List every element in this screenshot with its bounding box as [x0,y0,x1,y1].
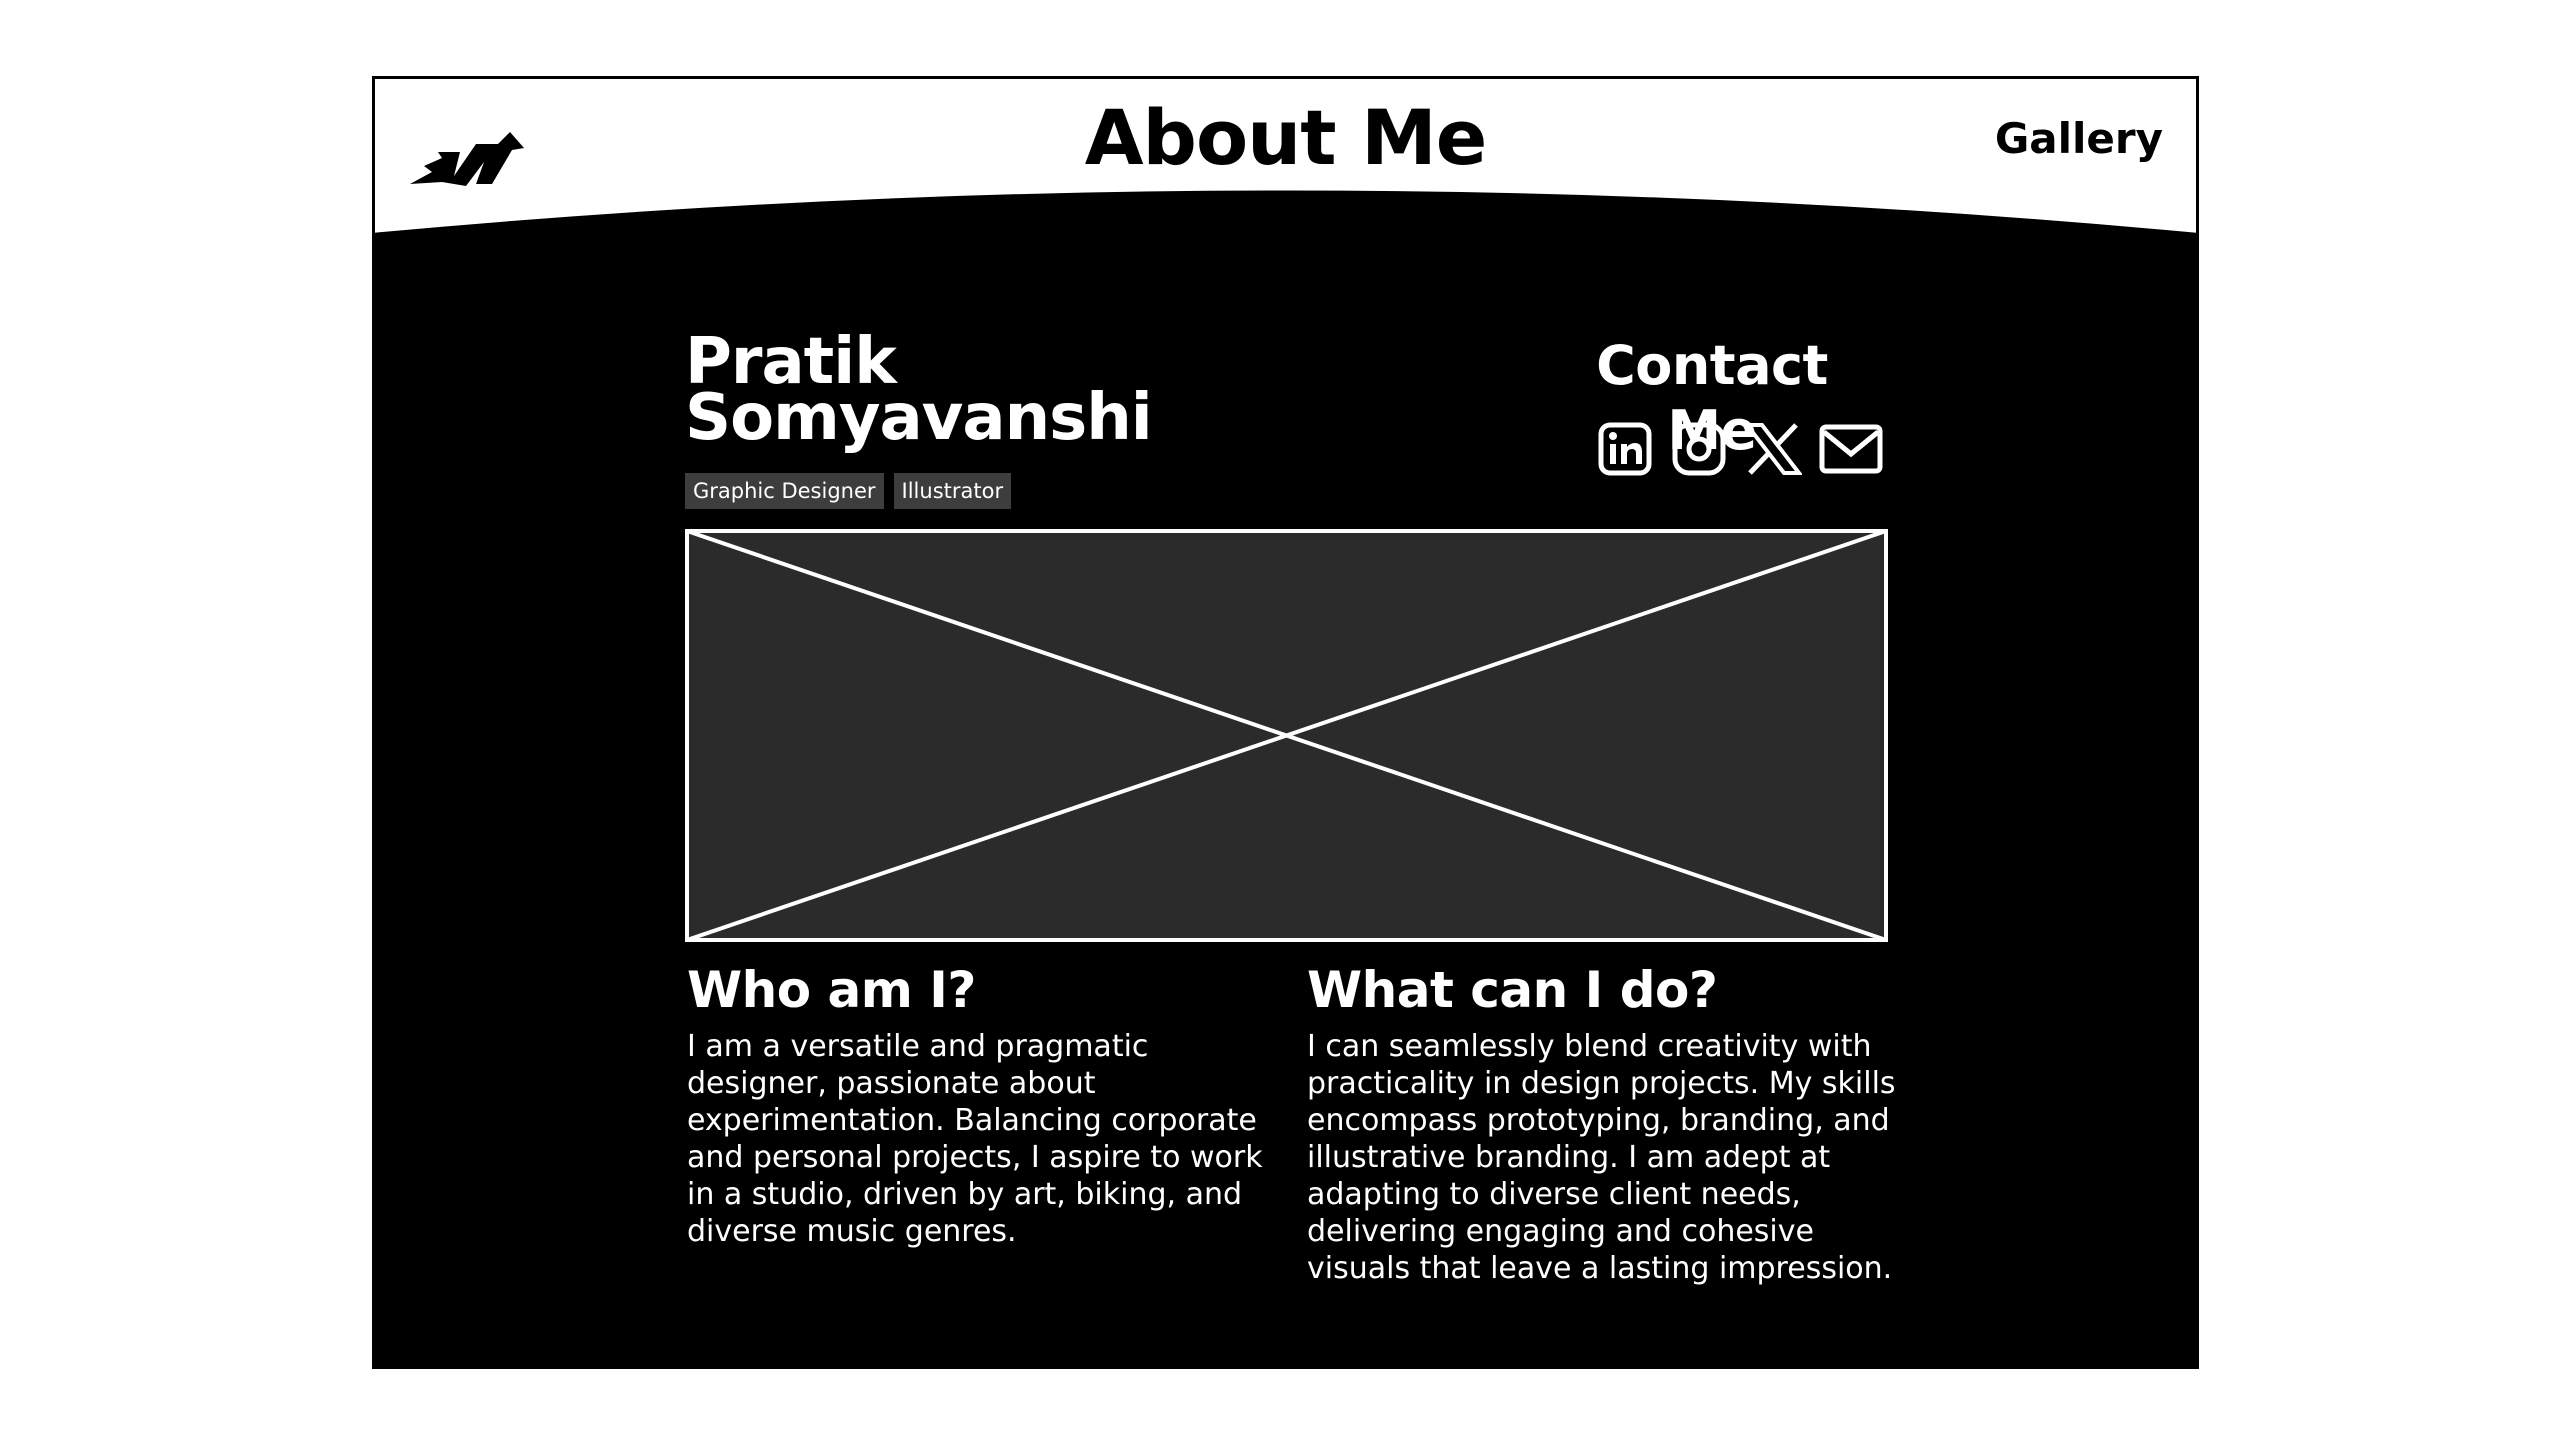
what-can-i-do-title: What can I do? [1307,961,1718,1019]
profile-name: Pratik Somyavanshi [685,330,1245,450]
name-last: Somyavanshi [685,381,1153,455]
tag-illustrator: Illustrator [893,473,1012,509]
page-title: About Me [1084,93,1488,182]
who-am-i-text: I am a versatile and pragmatic designer,… [687,1029,1263,1249]
linkedin-icon[interactable] [1596,420,1654,478]
x-icon[interactable] [1744,420,1802,478]
instagram-icon[interactable] [1670,420,1728,478]
nav-gallery-link[interactable]: Gallery [1995,114,2163,163]
image-placeholder-icon [685,529,1888,942]
mail-icon[interactable] [1818,420,1884,478]
role-tags: Graphic Designer Illustrator [685,473,1012,509]
who-am-i-title: Who am I? [687,961,976,1019]
about-page-frame: About Me Gallery Pratik Somyavanshi Grap… [372,76,2199,1369]
what-can-i-do-text: I can seamlessly blend creativity with p… [1307,1029,1896,1286]
tag-graphic-designer: Graphic Designer [685,473,884,509]
page: About Me Gallery Pratik Somyavanshi Grap… [0,0,2560,1440]
social-links [1596,420,1884,478]
